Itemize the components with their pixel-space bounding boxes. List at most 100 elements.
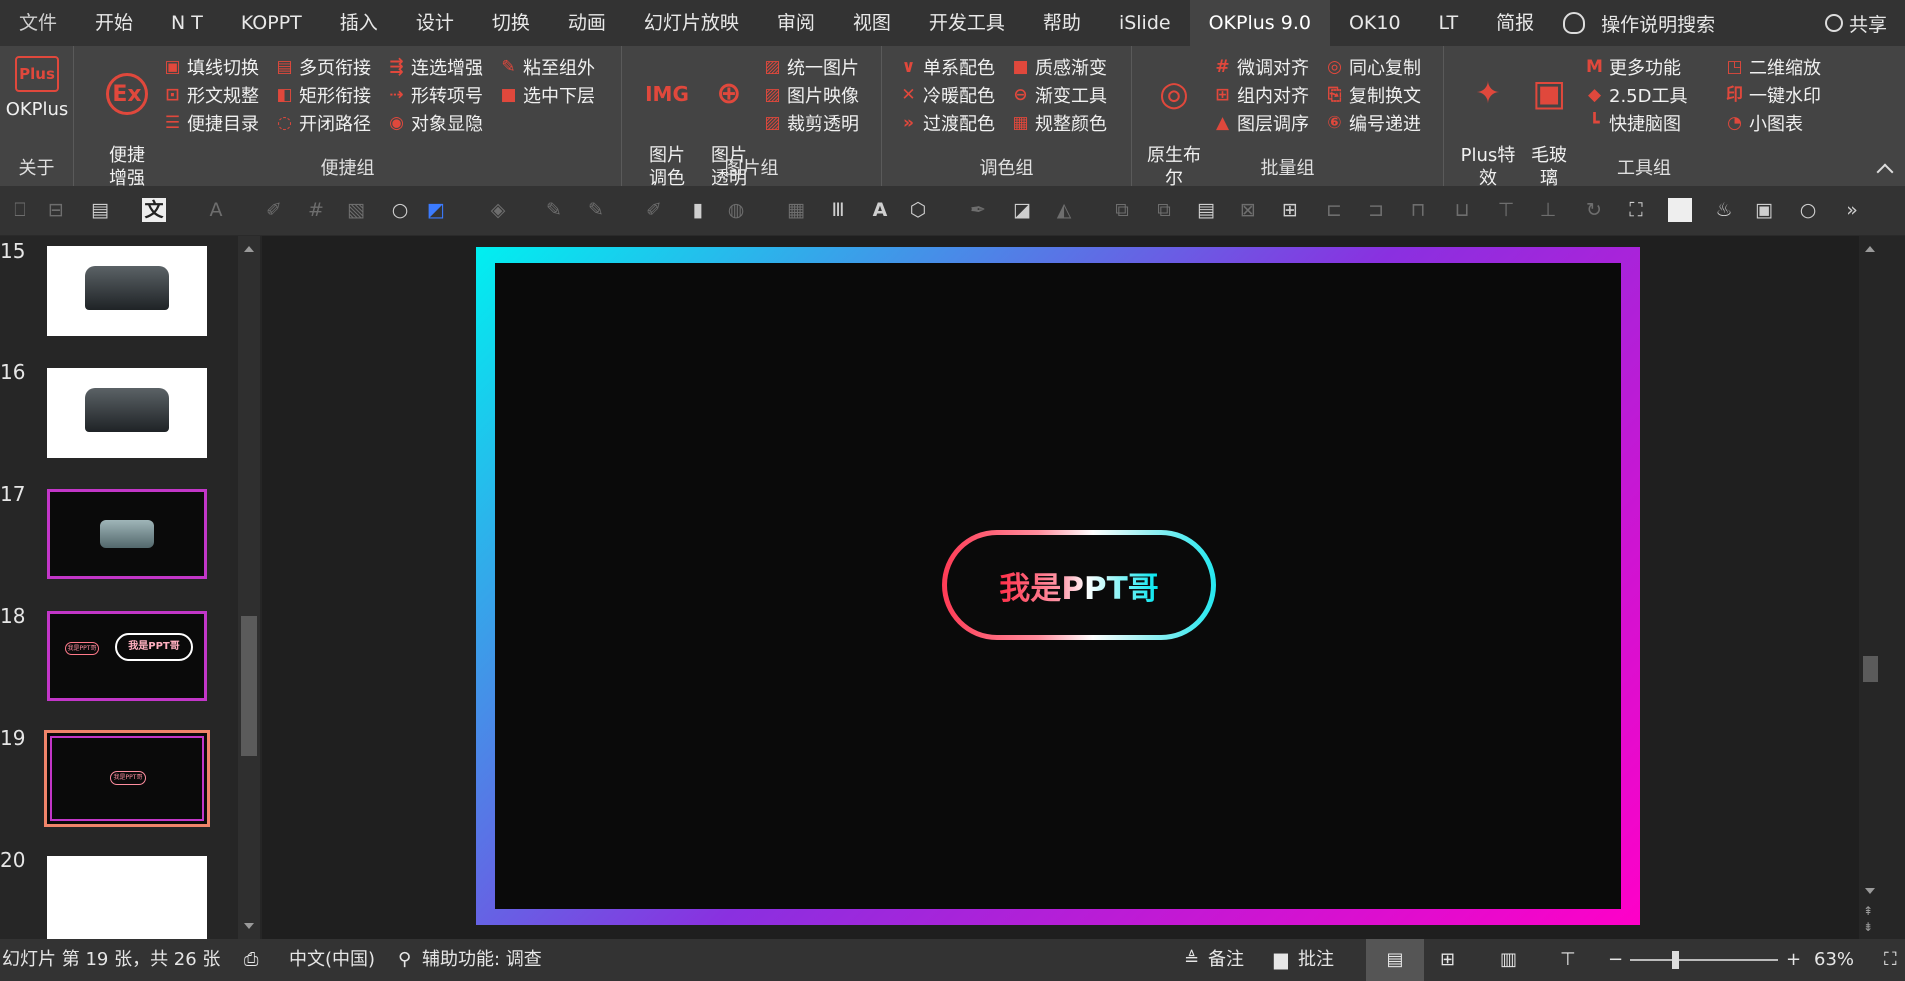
more-chevron-icon[interactable]: »: [1840, 198, 1864, 222]
tab-developer[interactable]: 开发工具: [910, 0, 1024, 46]
canvas-vertical-scrollbar[interactable]: ⇞ ⇟: [1859, 236, 1882, 939]
brush-icon[interactable]: ✒: [966, 198, 990, 222]
in-group-align-button[interactable]: ⊞ 组内对齐: [1214, 81, 1309, 109]
slide-thumbnail-18[interactable]: 我是PPT哥 我是PPT哥: [47, 611, 207, 701]
fine-align-button[interactable]: # 微调对齐: [1214, 53, 1309, 81]
language-indicator[interactable]: 中文(中国): [289, 939, 375, 981]
align-bottom-icon[interactable]: ⊥: [1536, 198, 1560, 222]
collapse-ribbon-icon[interactable]: [1876, 163, 1894, 181]
font-a-icon[interactable]: A: [204, 198, 228, 222]
crop-tool-icon[interactable]: ⧉: [1110, 198, 1134, 222]
tab-home[interactable]: 开始: [76, 0, 152, 46]
slide-thumbnail-17[interactable]: [47, 489, 207, 579]
normalize-colors-button[interactable]: ▦ 规整颜色: [1012, 109, 1107, 137]
zoom-slider-knob[interactable]: [1672, 951, 1679, 969]
fill-bucket-icon[interactable]: ◈: [486, 198, 510, 222]
gradient-tool-button[interactable]: ⊖ 渐变工具: [1012, 81, 1107, 109]
watermark-button[interactable]: 印一键水印: [1726, 81, 1821, 109]
unify-images-button[interactable]: ▨ 统一图片: [764, 53, 859, 81]
transition-scheme-button[interactable]: » 过渡配色: [900, 109, 995, 137]
select-lower-layer-button[interactable]: ■ 选中下层: [500, 81, 595, 109]
tool-25d-button[interactable]: ◆ 2.5D工具: [1586, 81, 1688, 109]
align-icon[interactable]: ⊟: [44, 198, 68, 222]
tab-animations[interactable]: 动画: [549, 0, 625, 46]
tab-lt[interactable]: LT: [1420, 0, 1478, 46]
pen-edit-icon[interactable]: ✎: [584, 198, 608, 222]
bar-chart-icon[interactable]: ▮: [686, 198, 710, 222]
shape-text-align-button[interactable]: ⊡ 形文规整: [164, 81, 259, 109]
slide-thumbnail-15[interactable]: [47, 246, 207, 336]
paste-outside-group-button[interactable]: ✎ 粘至组外: [500, 53, 595, 81]
comments-button[interactable]: 批注: [1298, 939, 1334, 981]
slide-19[interactable]: 我是PPT哥: [476, 247, 1640, 925]
next-slide-icon[interactable]: ⇟: [1863, 920, 1873, 934]
lock-icon[interactable]: ⎕: [8, 198, 32, 222]
layer-order-button[interactable]: ▲ 图层调序: [1214, 109, 1309, 137]
scroll-up-arrow-icon[interactable]: [244, 246, 254, 252]
shapes-merge-icon[interactable]: ◍: [724, 198, 748, 222]
canvas-scroll-thumb[interactable]: [1863, 656, 1878, 682]
distribute-h-icon[interactable]: ⊓: [1406, 198, 1430, 222]
rect-link-button[interactable]: ◧ 矩形衔接: [276, 81, 371, 109]
shape-edit-icon[interactable]: ⬡: [906, 198, 930, 222]
zoom-slider[interactable]: [1630, 959, 1778, 961]
textbox-icon[interactable]: ▤: [88, 198, 112, 222]
slideshow-view-button[interactable]: ⊤: [1560, 939, 1576, 981]
more-features-button[interactable]: M 更多功能: [1586, 53, 1681, 81]
slide-thumbnail-19-selected[interactable]: 我是PPT哥: [44, 730, 210, 827]
circle-icon[interactable]: ○: [388, 198, 412, 222]
thumbnail-scroll-thumb[interactable]: [241, 616, 257, 756]
slide-thumbnail-16[interactable]: [47, 368, 207, 458]
quick-mindmap-button[interactable]: ┗ 快捷脑图: [1586, 109, 1681, 137]
fit-icon[interactable]: ⛶: [1624, 198, 1648, 222]
align-top-icon[interactable]: ⊤: [1494, 198, 1518, 222]
slide-thumbnail-20[interactable]: [47, 856, 207, 946]
tab-file[interactable]: 文件: [0, 0, 76, 46]
okplus-button[interactable]: Plus OKPlus: [4, 56, 70, 121]
tab-design[interactable]: 设计: [397, 0, 473, 46]
mini-chart-button[interactable]: ◔ 小图表: [1726, 109, 1803, 137]
distribute-v-icon[interactable]: ⊔: [1450, 198, 1474, 222]
multipage-link-button[interactable]: ▤ 多页衔接: [276, 53, 371, 81]
tab-jianbao[interactable]: 简报: [1477, 0, 1553, 46]
spellcheck-icon[interactable]: ⎙: [244, 939, 258, 981]
align-left-icon[interactable]: ⊏: [1322, 198, 1346, 222]
zoom-in-button[interactable]: +: [1786, 939, 1801, 981]
tab-ok10[interactable]: OK10: [1330, 0, 1420, 46]
open-close-path-button[interactable]: ◌ 开闭路径: [276, 109, 371, 137]
3d-icon[interactable]: ◭: [1052, 198, 1076, 222]
zoom-out-button[interactable]: −: [1608, 939, 1623, 981]
columns-icon[interactable]: Ⅲ: [826, 198, 850, 222]
tab-okplus[interactable]: OKPlus 9.0: [1189, 0, 1330, 46]
fill-line-toggle-button[interactable]: ▣ 填线切换: [164, 53, 259, 81]
slide-sorter-view-button[interactable]: ⊞: [1440, 939, 1455, 981]
tab-slideshow[interactable]: 幻灯片放映: [625, 0, 758, 46]
tab-transitions[interactable]: 切换: [473, 0, 549, 46]
single-color-scheme-button[interactable]: ∨ 单系配色: [900, 53, 995, 81]
dropper-icon[interactable]: ✐: [642, 198, 666, 222]
shape-to-bullet-button[interactable]: ⇢ 形转项号: [388, 81, 483, 109]
number-increment-button[interactable]: ⑥ 编号递进: [1326, 109, 1421, 137]
share-button[interactable]: 共享: [1824, 0, 1887, 46]
scroll-down-arrow-icon[interactable]: [244, 923, 254, 929]
quick-toc-button[interactable]: ☰ 便捷目录: [164, 109, 259, 137]
delete-box-icon[interactable]: ⊠: [1236, 198, 1260, 222]
fit-slide-icon[interactable]: ⛶: [1884, 939, 1897, 981]
scroll-down-arrow-icon[interactable]: [1865, 888, 1875, 894]
crop-transparent-button[interactable]: ▨ 裁剪透明: [764, 109, 859, 137]
picture-tool-icon[interactable]: ▧: [344, 198, 368, 222]
pen-icon[interactable]: ✎: [542, 198, 566, 222]
white-box-icon[interactable]: [1668, 198, 1692, 222]
tab-help[interactable]: 帮助: [1024, 0, 1100, 46]
image-reflection-button[interactable]: ▨ 图片映像: [764, 81, 859, 109]
normal-view-button[interactable]: ▤: [1366, 939, 1424, 981]
align-right-icon[interactable]: ⊐: [1364, 198, 1388, 222]
group-tool-icon[interactable]: ⧉: [1152, 198, 1176, 222]
copy-replace-text-button[interactable]: ⎘ 复制换文: [1326, 81, 1421, 109]
lamp-icon[interactable]: ♨: [1712, 198, 1736, 222]
select-pointer-icon[interactable]: ⊞: [1278, 198, 1302, 222]
reading-view-button[interactable]: ▥: [1500, 939, 1517, 981]
texture-gradient-button[interactable]: ■ 质感渐变: [1012, 53, 1107, 81]
eyedropper-icon[interactable]: ✐: [262, 198, 286, 222]
tab-view[interactable]: 视图: [834, 0, 910, 46]
